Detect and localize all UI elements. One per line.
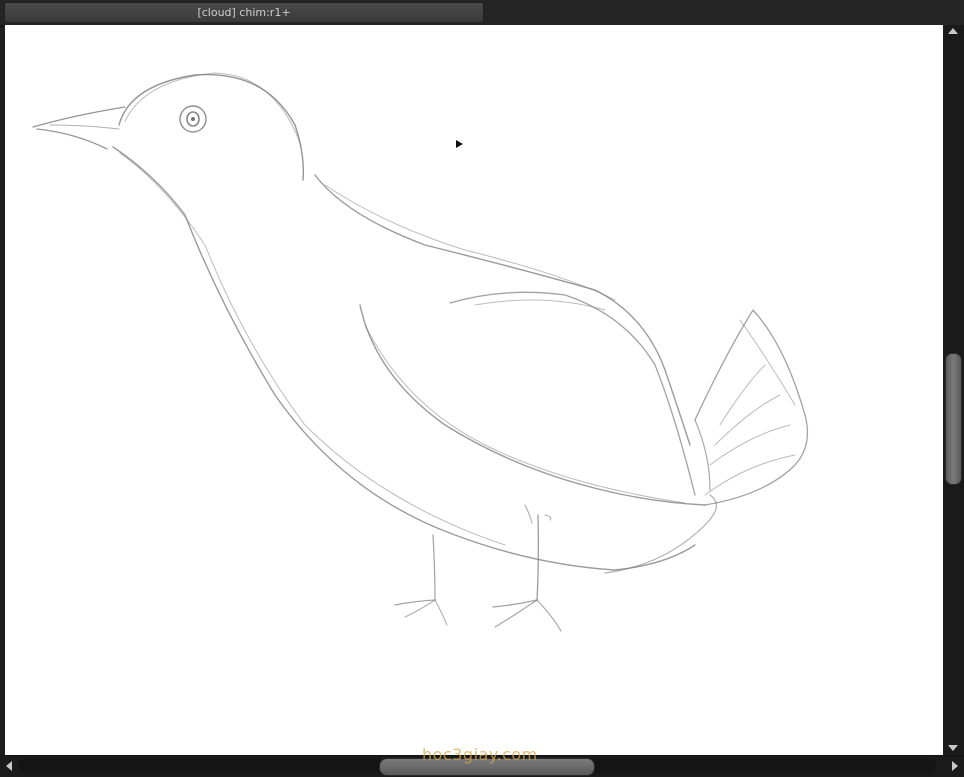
arrow-left-icon[interactable] xyxy=(6,761,12,771)
arrow-down-icon[interactable] xyxy=(948,745,958,751)
bird-sketch xyxy=(32,72,809,632)
watermark-text: hoc3giay.com xyxy=(422,745,538,764)
arrow-up-icon[interactable] xyxy=(948,28,958,34)
document-tab-bar: [cloud] chim:r1+ xyxy=(0,0,964,26)
vertical-scrollbar[interactable] xyxy=(943,25,964,755)
pointer-cursor-icon xyxy=(456,140,463,148)
document-tab-title: [cloud] chim:r1+ xyxy=(197,6,291,19)
drawing-canvas[interactable] xyxy=(5,25,943,755)
vertical-scroll-thumb[interactable] xyxy=(945,353,962,485)
document-tab[interactable]: [cloud] chim:r1+ xyxy=(4,2,484,22)
arrow-right-icon[interactable] xyxy=(952,761,958,771)
